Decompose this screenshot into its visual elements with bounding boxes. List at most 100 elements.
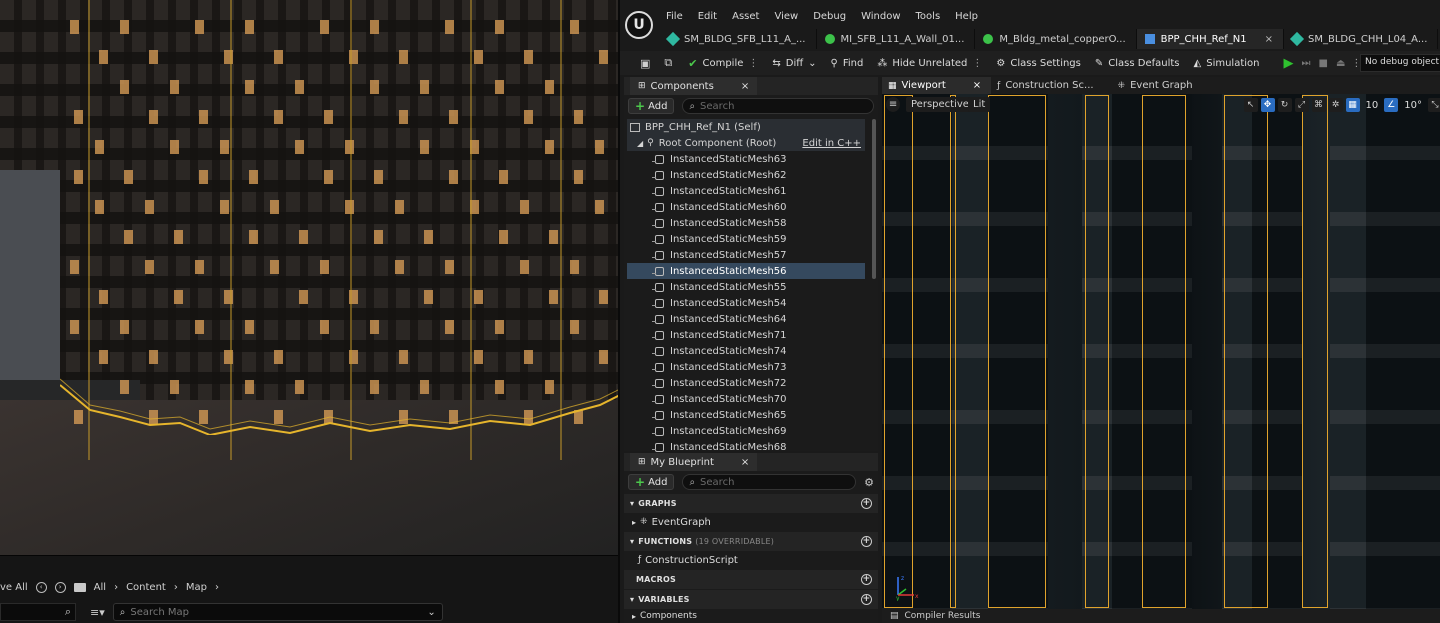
- simulation-button[interactable]: ◭ Simulation: [1194, 58, 1260, 69]
- tab-construction-script[interactable]: ƒ Construction Sc...: [991, 77, 1103, 94]
- menu-file[interactable]: File: [666, 11, 683, 22]
- lit-button[interactable]: Lit: [968, 97, 991, 112]
- save-all-button[interactable]: ve All: [0, 582, 28, 593]
- eject-icon[interactable]: ⏏: [1336, 58, 1345, 69]
- component-row[interactable]: InstancedStaticMesh63: [627, 151, 865, 167]
- tab-my-blueprint[interactable]: ⊞ My Blueprint ×: [630, 453, 758, 471]
- filter-icon[interactable]: ≡▾: [90, 606, 105, 619]
- maximize-icon[interactable]: ⤡: [1428, 98, 1440, 112]
- root-row[interactable]: ◢ ⚲ Root Component (Root) Edit in C++: [627, 135, 865, 151]
- selection-box[interactable]: [1302, 95, 1328, 608]
- tab-event-graph[interactable]: ⁜ Event Graph: [1112, 77, 1203, 94]
- component-row[interactable]: InstancedStaticMesh54: [627, 295, 865, 311]
- component-row[interactable]: InstancedStaticMesh60: [627, 199, 865, 215]
- grid-snap-icon[interactable]: ▦: [1345, 98, 1360, 112]
- components-scrollbar[interactable]: [872, 119, 876, 279]
- component-row[interactable]: InstancedStaticMesh57: [627, 247, 865, 263]
- compiler-results-tab[interactable]: ▤ Compiler Results: [882, 609, 1440, 623]
- component-row[interactable]: InstancedStaticMesh74: [627, 343, 865, 359]
- close-icon[interactable]: ×: [741, 457, 749, 468]
- add-component-button[interactable]: + Add: [628, 98, 675, 114]
- add-function-icon[interactable]: +: [861, 536, 872, 547]
- hide-unrelated-button[interactable]: ⁂ Hide Unrelated ⋮: [877, 58, 982, 69]
- component-row[interactable]: InstancedStaticMesh64: [627, 311, 865, 327]
- more-options-icon[interactable]: ⋮: [972, 58, 982, 69]
- rotation-snap-icon[interactable]: ∠: [1384, 98, 1399, 112]
- selection-box[interactable]: [1085, 95, 1109, 608]
- play-icon[interactable]: ▶: [1284, 56, 1294, 71]
- rotate-icon[interactable]: ↻: [1277, 98, 1292, 112]
- selection-box[interactable]: [1224, 95, 1268, 608]
- perspective-button[interactable]: Perspective: [906, 97, 974, 112]
- compile-button[interactable]: ✔ Compile ⋮: [688, 57, 758, 70]
- menu-tools[interactable]: Tools: [916, 11, 941, 22]
- graphs-section[interactable]: ▾ GRAPHS +: [624, 494, 878, 513]
- close-icon[interactable]: ×: [1265, 34, 1273, 45]
- save-icon[interactable]: ▣: [640, 57, 650, 70]
- tab-components[interactable]: ⊞ Components ×: [630, 77, 758, 95]
- stop-icon[interactable]: ■: [1319, 58, 1328, 69]
- selection-box[interactable]: [1142, 95, 1186, 608]
- close-icon[interactable]: ×: [973, 80, 981, 91]
- level-viewport[interactable]: [0, 0, 618, 555]
- macros-section[interactable]: MACROS +: [624, 570, 878, 589]
- tab-sm-bldg-sfb[interactable]: SM_BLDG_SFB_L11_A_...: [660, 29, 817, 49]
- component-row[interactable]: InstancedStaticMesh73: [627, 359, 865, 375]
- back-icon[interactable]: ‹: [35, 581, 47, 593]
- breadcrumb-map[interactable]: Map: [186, 582, 207, 593]
- rotation-snap-value[interactable]: 10°: [1401, 100, 1425, 111]
- tab-viewport[interactable]: ▦ Viewport ×: [882, 77, 992, 94]
- component-row[interactable]: InstancedStaticMesh65: [627, 407, 865, 423]
- tab-sm-bldg-chh[interactable]: SM_BLDG_CHH_L04_A...: [1284, 29, 1439, 49]
- selection-box[interactable]: [950, 95, 956, 608]
- browse-icon[interactable]: ⧉: [664, 56, 672, 70]
- component-row[interactable]: InstancedStaticMesh56: [627, 263, 865, 279]
- grid-snap-value[interactable]: 10: [1363, 100, 1382, 111]
- search-map-input[interactable]: ⌕ Search Map ⌄: [112, 603, 443, 621]
- tab-m-bldg-metal[interactable]: M_Bldg_metal_copperO...: [975, 29, 1137, 49]
- component-row[interactable]: InstancedStaticMesh55: [627, 279, 865, 295]
- forward-icon[interactable]: ›: [54, 581, 66, 593]
- translate-icon[interactable]: ✥: [1260, 98, 1275, 112]
- add-variable-icon[interactable]: +: [861, 594, 872, 605]
- selection-box[interactable]: [884, 95, 913, 608]
- components-search-input[interactable]: ⌕ Search: [682, 98, 874, 114]
- breadcrumb-content[interactable]: Content: [126, 582, 166, 593]
- component-row[interactable]: InstancedStaticMesh72: [627, 375, 865, 391]
- tab-mi-sfb-wall[interactable]: MI_SFB_L11_A_Wall_01...: [817, 29, 976, 49]
- component-row[interactable]: InstancedStaticMesh62: [627, 167, 865, 183]
- scale-icon[interactable]: ⤢: [1294, 98, 1309, 112]
- menu-edit[interactable]: Edit: [698, 11, 717, 22]
- breadcrumb-all[interactable]: All: [94, 582, 106, 593]
- my-blueprint-search-input[interactable]: ⌕ Search: [682, 474, 857, 490]
- menu-help[interactable]: Help: [955, 11, 978, 22]
- component-row[interactable]: InstancedStaticMesh61: [627, 183, 865, 199]
- menu-view[interactable]: View: [774, 11, 798, 22]
- surface-snap-icon[interactable]: ✲: [1328, 98, 1343, 112]
- viewport-menu-icon[interactable]: ≡: [886, 97, 900, 112]
- tab-bpp-chh-ref[interactable]: BPP_CHH_Ref_N1 ×: [1136, 29, 1284, 49]
- variables-section[interactable]: ▾ VARIABLES +: [624, 590, 878, 609]
- class-settings-button[interactable]: ⚙ Class Settings: [996, 58, 1080, 69]
- viewport-scene[interactable]: ≡ Perspective Lit ↖ ✥ ↻ ⤢ ⌘ ✲ ▦ 10 ∠ 10°…: [882, 94, 1440, 609]
- component-row[interactable]: InstancedStaticMesh59: [627, 231, 865, 247]
- step-icon[interactable]: ⏭: [1302, 58, 1311, 69]
- component-row[interactable]: InstancedStaticMesh71: [627, 327, 865, 343]
- functions-section[interactable]: ▾ FUNCTIONS (19 OVERRIDABLE) +: [624, 532, 878, 551]
- edit-in-cpp-link[interactable]: Edit in C++: [802, 138, 861, 149]
- add-graph-icon[interactable]: +: [861, 498, 872, 509]
- find-button[interactable]: ⚲ Find: [831, 58, 864, 69]
- more-options-icon[interactable]: ⋮: [748, 58, 758, 69]
- debug-object-select[interactable]: No debug object selected: [1360, 54, 1440, 72]
- components-category-item[interactable]: ▸ Components: [624, 609, 878, 623]
- select-icon[interactable]: ↖: [1243, 98, 1258, 112]
- close-icon[interactable]: ×: [741, 81, 749, 92]
- construction-script-item[interactable]: ƒ ConstructionScript: [624, 551, 878, 569]
- menu-asset[interactable]: Asset: [732, 11, 759, 22]
- menu-window[interactable]: Window: [861, 11, 900, 22]
- event-graph-item[interactable]: ▸ ⁜ EventGraph: [624, 513, 878, 531]
- menu-debug[interactable]: Debug: [813, 11, 846, 22]
- gear-icon[interactable]: ⚙: [864, 476, 874, 489]
- component-row[interactable]: InstancedStaticMesh69: [627, 423, 865, 439]
- add-macro-icon[interactable]: +: [861, 574, 872, 585]
